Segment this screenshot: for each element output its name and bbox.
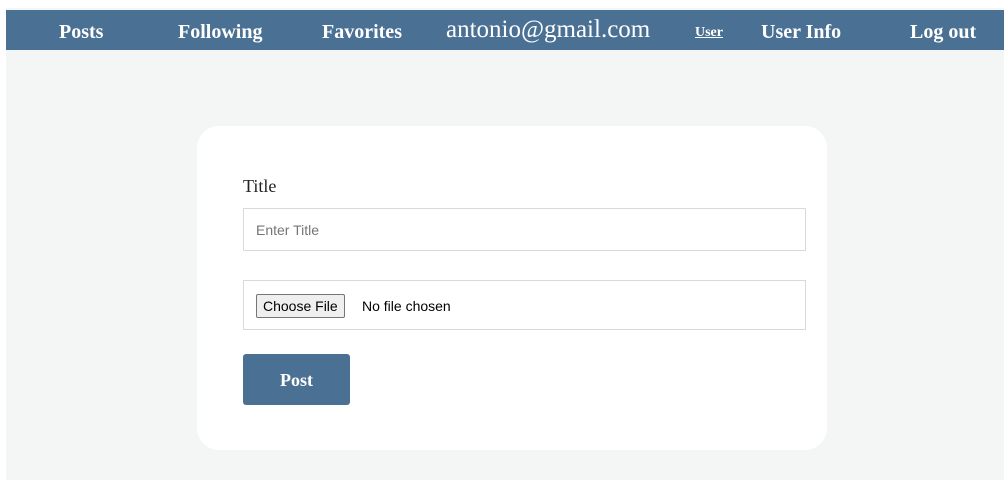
nav-following-link[interactable]: Following xyxy=(178,10,262,50)
new-post-card: Title Choose File No file chosen Post xyxy=(197,126,827,450)
file-status-text: No file chosen xyxy=(362,298,451,314)
title-input[interactable] xyxy=(243,208,806,251)
nav-favorites-link[interactable]: Favorites xyxy=(322,10,402,50)
post-button[interactable]: Post xyxy=(243,354,350,405)
nav-user-link[interactable]: User xyxy=(695,10,723,50)
user-email: antonio@gmail.com xyxy=(446,16,651,43)
nav-log-out-link[interactable]: Log out xyxy=(910,10,976,50)
title-label: Title xyxy=(243,176,277,196)
nav-posts-link[interactable]: Posts xyxy=(59,10,103,50)
choose-file-button[interactable]: Choose File xyxy=(256,294,345,318)
top-navbar: Posts Following Favorites antonio@gmail.… xyxy=(6,10,1004,50)
file-upload-field: Choose File No file chosen xyxy=(243,280,806,330)
nav-user-info-link[interactable]: User Info xyxy=(761,10,841,50)
page-viewport: Posts Following Favorites antonio@gmail.… xyxy=(6,8,1004,480)
